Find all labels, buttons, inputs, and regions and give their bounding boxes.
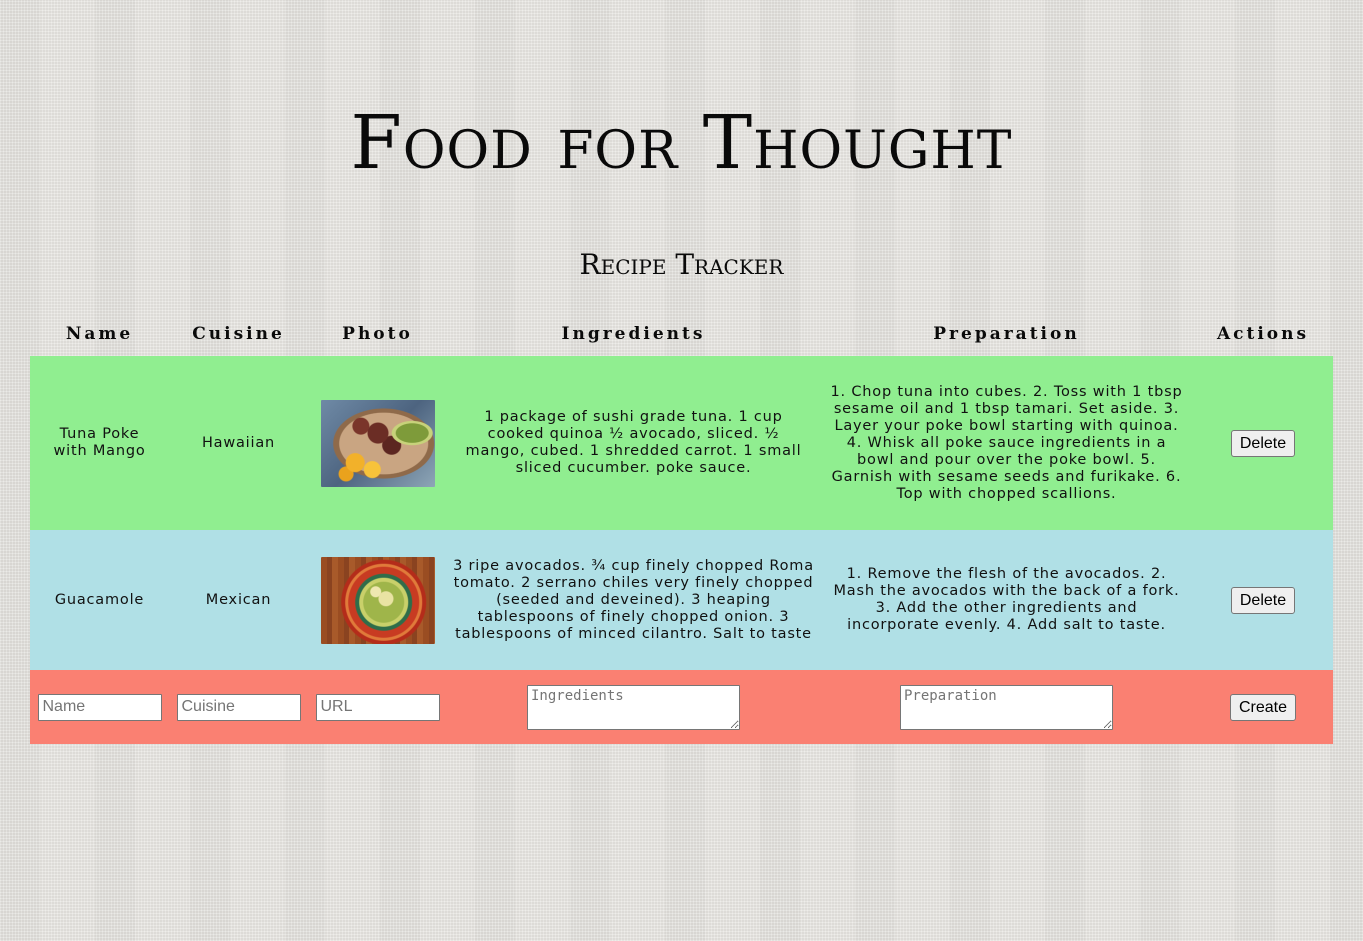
ingredients-textarea[interactable] [527, 684, 740, 730]
create-button[interactable]: Create [1229, 693, 1297, 721]
recipe-name: Guacamole [54, 591, 145, 608]
recipe-ingredients: 1 package of sushi grade tuna. 1 cup coo… [447, 356, 820, 530]
preparation-textarea[interactable] [900, 684, 1113, 730]
recipe-name-cell: Tuna Poke with Mango [30, 356, 169, 530]
delete-button[interactable]: Delete [1230, 586, 1296, 614]
recipe-cuisine: Hawaiian [169, 356, 308, 530]
header-name: Name [65, 324, 134, 344]
recipe-photo-cell [308, 530, 447, 670]
name-input-cell [30, 670, 169, 744]
recipe-row: Guacamole Mexican 3 ripe avocados. ¾ cup… [30, 530, 1333, 670]
recipe-photo-cell [308, 356, 447, 530]
header-cuisine: Cuisine [192, 324, 285, 344]
header-actions: Actions [1216, 324, 1310, 344]
ingredients-input-cell [447, 670, 820, 744]
header-preparation: Preparation [933, 324, 1080, 344]
header-ingredients: Ingredients [561, 324, 706, 344]
url-input-cell [308, 670, 447, 744]
site-title: Food for Thought [350, 100, 1013, 186]
name-input[interactable] [37, 693, 162, 721]
recipe-name-cell: Guacamole [30, 530, 169, 670]
table-header-row: Name Cuisine Photo Ingredients Preparati… [30, 312, 1333, 356]
url-input[interactable] [315, 693, 440, 721]
recipe-photo [320, 399, 435, 487]
header-photo: Photo [342, 324, 413, 344]
recipe-ingredients: 3 ripe avocados. ¾ cup finely chopped Ro… [447, 530, 820, 670]
recipe-cuisine: Mexican [169, 530, 308, 670]
recipe-actions-cell: Delete [1193, 530, 1333, 670]
preparation-input-cell [820, 670, 1193, 744]
recipe-photo [320, 556, 435, 644]
delete-button[interactable]: Delete [1230, 429, 1296, 457]
cuisine-input-cell [169, 670, 308, 744]
recipe-row: Tuna Poke with Mango Hawaiian 1 package … [30, 356, 1333, 530]
recipe-name: Tuna Poke with Mango [53, 426, 146, 459]
create-cell: Create [1193, 670, 1333, 744]
recipe-actions-cell: Delete [1193, 356, 1333, 530]
new-recipe-form-row: Create [30, 670, 1333, 744]
recipe-preparation: 1. Remove the flesh of the avocados. 2. … [820, 530, 1193, 670]
recipe-preparation: 1. Chop tuna into cubes. 2. Toss with 1 … [820, 356, 1193, 530]
cuisine-input[interactable] [176, 693, 301, 721]
recipe-table: Name Cuisine Photo Ingredients Preparati… [30, 312, 1333, 744]
page-subtitle: Recipe Tracker [579, 248, 784, 281]
